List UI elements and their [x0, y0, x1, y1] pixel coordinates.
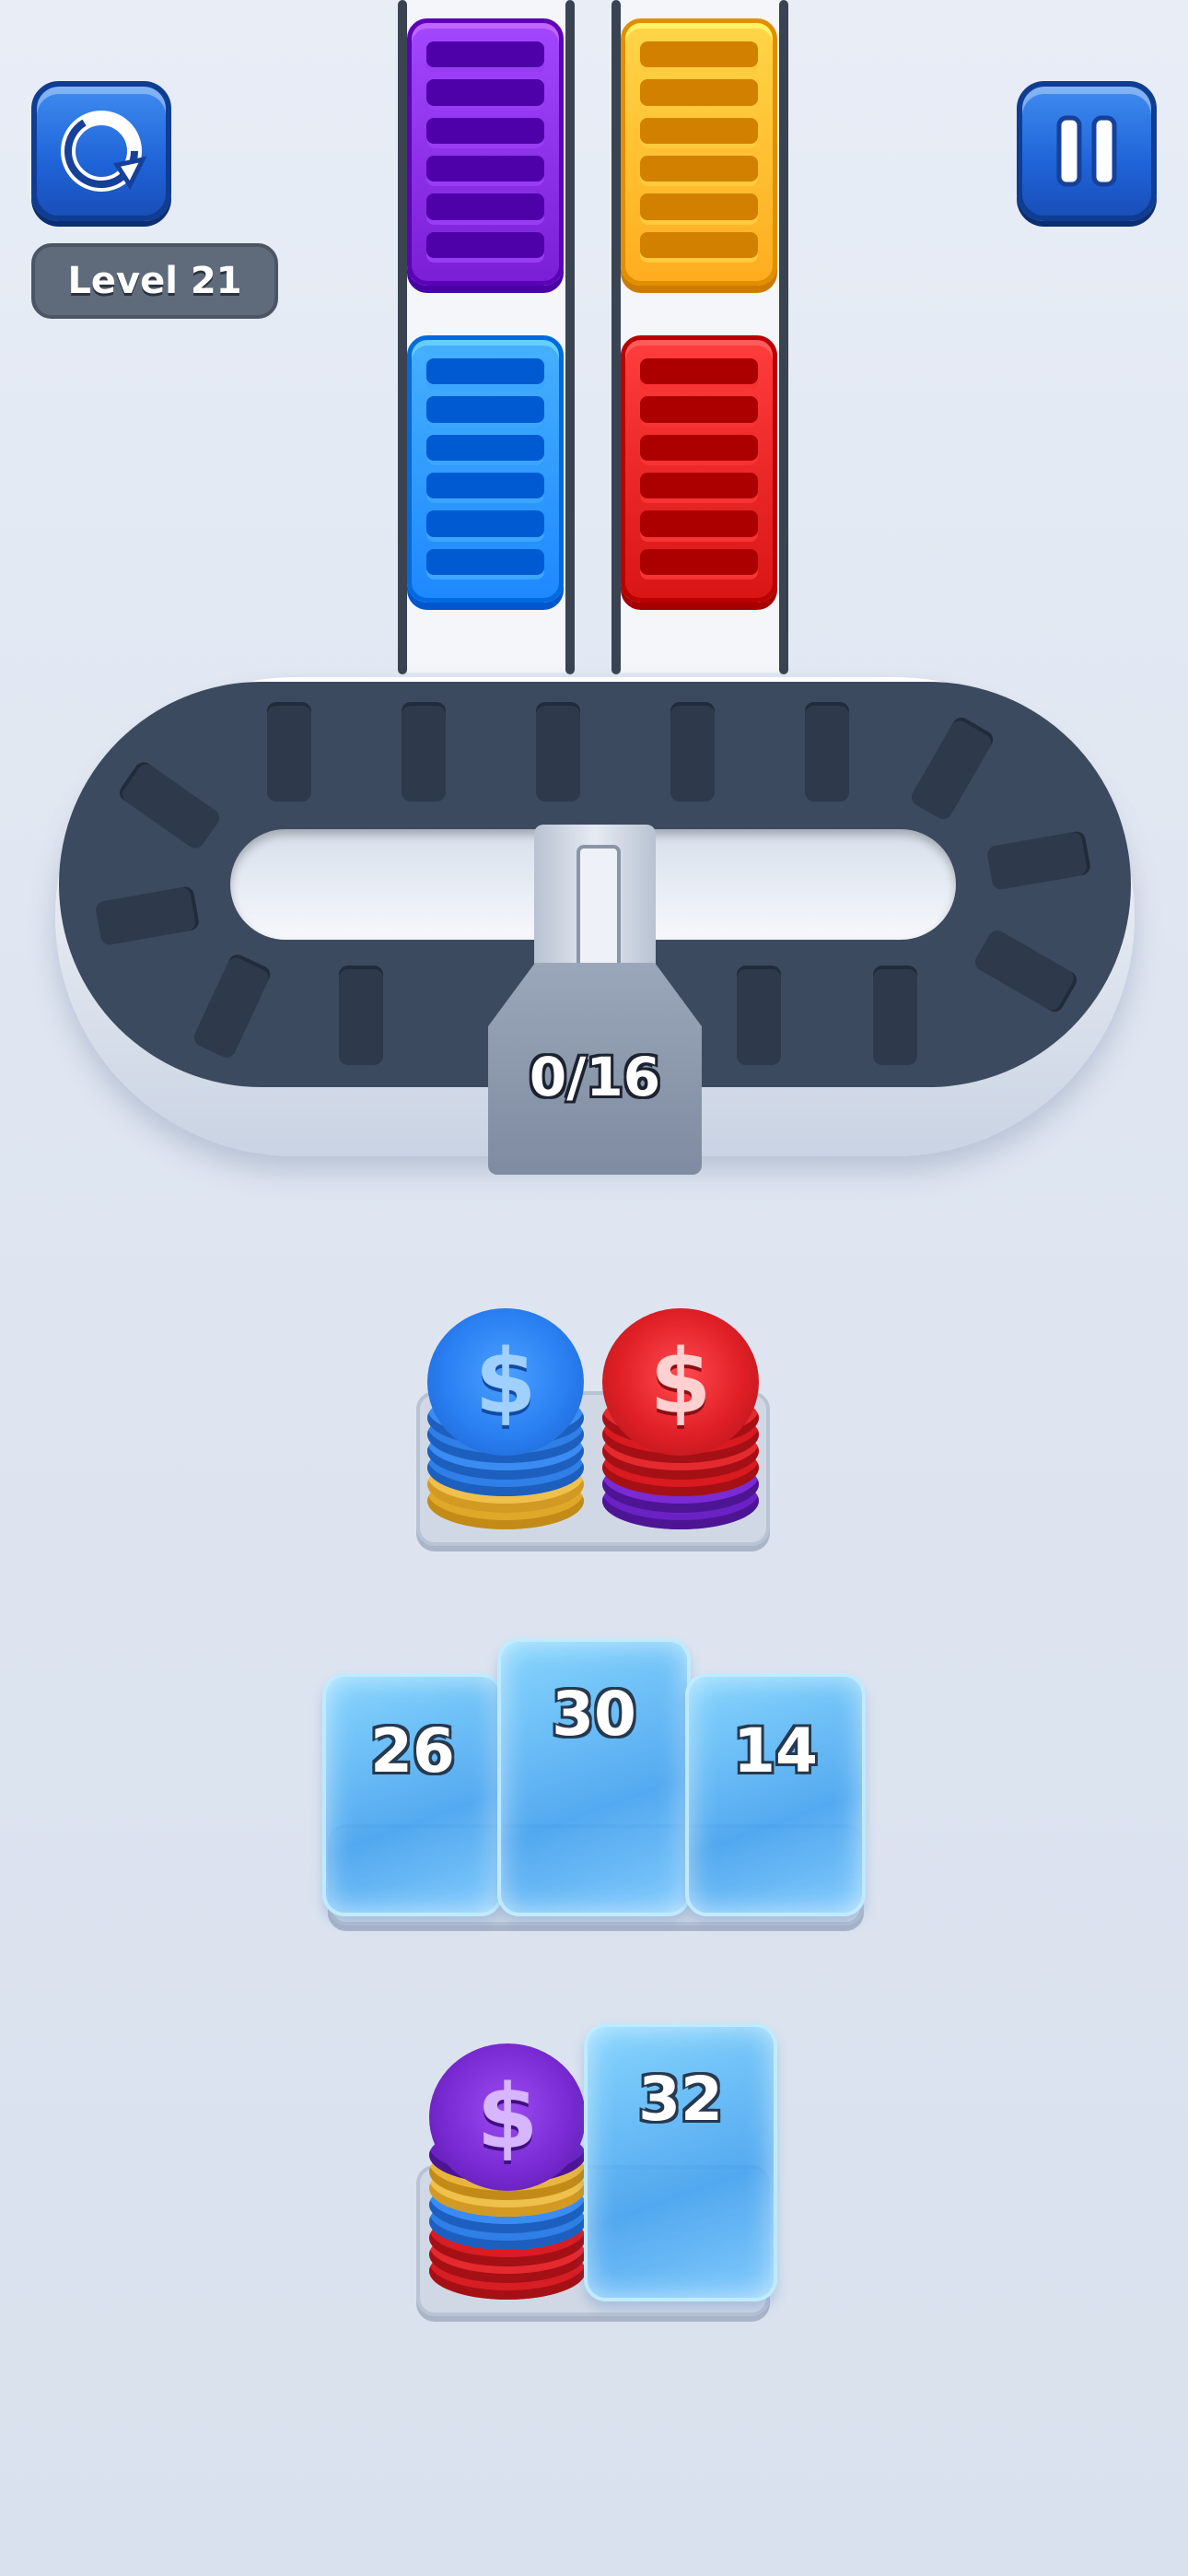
dollar-icon: $ [476, 2066, 539, 2169]
frozen-stack[interactable]: 32 [584, 2023, 777, 2301]
crate-red[interactable] [621, 335, 777, 603]
crate-slot [426, 510, 544, 542]
crate-orange[interactable] [621, 18, 777, 286]
level-indicator: Level 21 [31, 243, 278, 319]
conveyor-slot [737, 966, 781, 1065]
crate-slot [426, 155, 544, 187]
crate-slot [640, 117, 758, 148]
coin-top-blue: $ [427, 1308, 584, 1456]
conveyor-slot [267, 702, 311, 802]
frozen-count: 32 [638, 2064, 723, 2135]
frozen-stack[interactable]: 30 [497, 1638, 691, 1916]
crate-slot [640, 472, 758, 504]
crate-slot [640, 193, 758, 225]
frozen-count: 26 [370, 1715, 455, 1786]
coin-stack-blue[interactable]: $ [427, 1308, 584, 1539]
dollar-icon: $ [649, 1330, 712, 1434]
coin-top-red: $ [602, 1308, 759, 1456]
crate-slot [426, 434, 544, 465]
collector-counter: 0/16 [529, 1046, 661, 1108]
crate-slot [426, 358, 544, 390]
frozen-count: 14 [733, 1715, 818, 1786]
crate-slot [640, 548, 758, 580]
conveyor-slot [670, 702, 715, 802]
pause-button[interactable] [1017, 81, 1157, 221]
crate-slot [640, 434, 758, 465]
crate-slot [426, 193, 544, 225]
crate-slot [426, 117, 544, 148]
coin-top-purple: $ [429, 2043, 586, 2191]
crate-slot [426, 548, 544, 580]
crate-slot [640, 231, 758, 263]
conveyor-slot [873, 966, 917, 1065]
frozen-count: 30 [552, 1679, 636, 1750]
crate-slot [426, 79, 544, 111]
crate-slot [426, 231, 544, 263]
rail [398, 0, 407, 674]
collector-window [577, 845, 621, 981]
crate-slot [640, 79, 758, 111]
crate-slot [640, 510, 758, 542]
frozen-stack[interactable]: 14 [685, 1673, 866, 1916]
restart-icon [61, 111, 147, 192]
coin-collector: 0/16 [488, 825, 702, 1175]
pause-icon [1056, 115, 1117, 187]
conveyor-slot [536, 702, 580, 802]
rail [611, 0, 621, 674]
conveyor-slot [402, 702, 446, 802]
crate-slot [640, 41, 758, 73]
rail [565, 0, 575, 674]
dollar-icon: $ [474, 1330, 537, 1434]
crate-purple[interactable] [407, 18, 564, 286]
frozen-stack[interactable]: 26 [322, 1673, 503, 1916]
conveyor-slot [805, 702, 849, 802]
coin-stack-red[interactable]: $ [602, 1308, 759, 1539]
crate-blue[interactable] [407, 335, 564, 603]
rail [779, 0, 788, 674]
restart-button[interactable] [31, 81, 171, 221]
conveyor-slot [339, 966, 383, 1065]
crate-slot [426, 41, 544, 73]
coin-stack-purple[interactable]: $ [429, 2043, 586, 2301]
crate-slot [426, 472, 544, 504]
crate-slot [640, 155, 758, 187]
crate-slot [640, 396, 758, 427]
crate-slot [640, 358, 758, 390]
crate-slot [426, 396, 544, 427]
